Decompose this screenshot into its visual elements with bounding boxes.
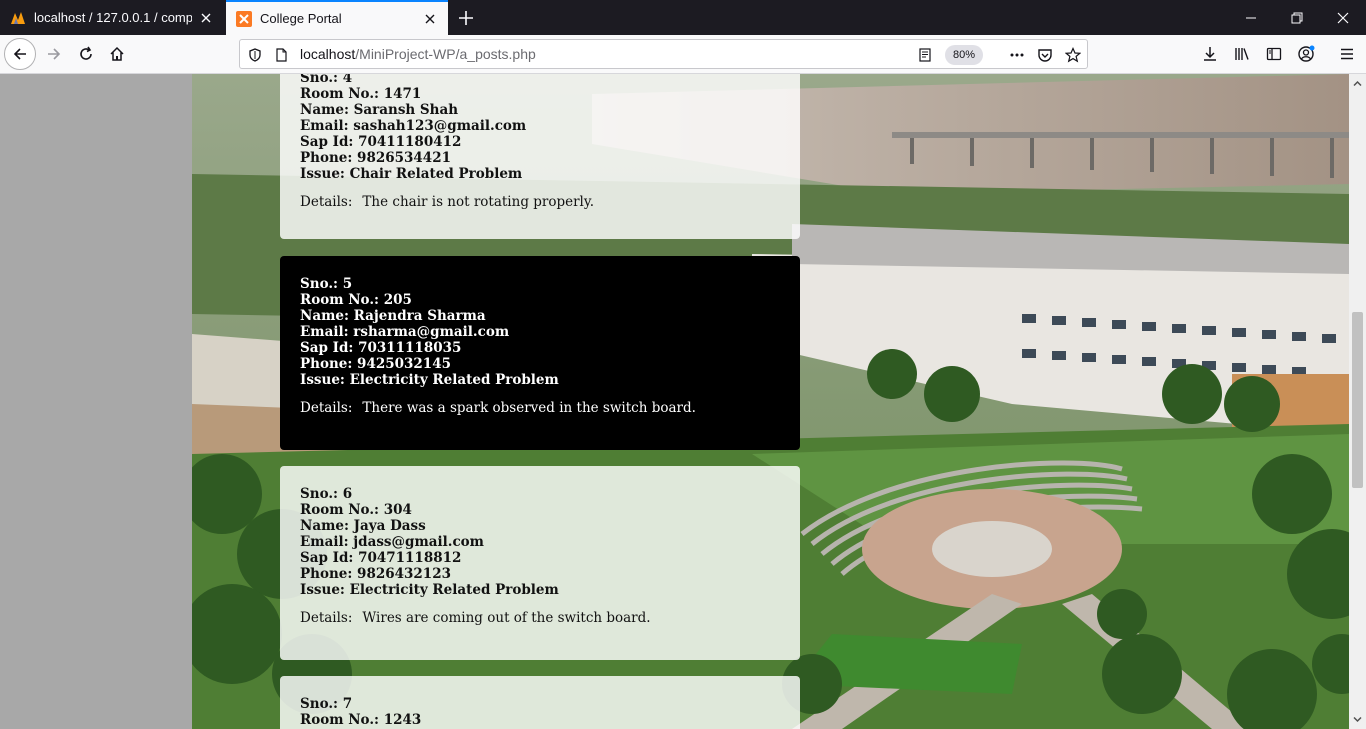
close-tab-icon[interactable]	[198, 10, 214, 26]
complaint-details: Details: There was a spark observed in th…	[300, 400, 780, 416]
navigation-toolbar: localhost/MiniProject-WP/a_posts.php 80%	[0, 35, 1366, 74]
complaint-email: Email: jdass@gmail.com	[300, 534, 484, 550]
home-button[interactable]	[101, 38, 133, 70]
back-button[interactable]	[4, 38, 36, 70]
library-button[interactable]	[1226, 38, 1258, 70]
complaint-room: Room No.: 1243	[300, 712, 422, 728]
tab-title: localhost / 127.0.0.1 / complain	[34, 10, 192, 25]
complaint-room: Room No.: 304	[300, 502, 412, 518]
complaint-card: Sno.: 6 Room No.: 304 Name: Jaya Dass Em…	[280, 466, 800, 660]
reader-view-icon[interactable]	[916, 46, 934, 64]
arrow-left-icon	[13, 48, 26, 60]
details-text: There was a spark observed in the switch…	[362, 400, 696, 416]
bookmark-star-icon[interactable]	[1064, 46, 1082, 64]
complaint-issue: Issue: Electricity Related Problem	[300, 372, 559, 388]
account-avatar-icon	[1298, 45, 1315, 62]
minimize-icon	[1246, 17, 1256, 18]
tab-strip: localhost / 127.0.0.1 / complain College…	[0, 0, 1366, 35]
tab-phpmyadmin[interactable]: localhost / 127.0.0.1 / complain	[0, 0, 224, 35]
restore-button[interactable]	[1274, 0, 1320, 35]
tracking-shield-icon[interactable]	[246, 46, 264, 64]
close-tab-icon[interactable]	[422, 11, 438, 27]
plus-icon	[459, 11, 473, 25]
complaint-email: Email: rsharma@gmail.com	[300, 324, 510, 340]
complaint-name: Name: Jaya Dass	[300, 518, 426, 534]
url-path: /MiniProject-WP/a_posts.php	[355, 46, 536, 62]
complaint-sno: Sno.: 7	[300, 696, 353, 712]
scroll-up-arrow-icon[interactable]	[1353, 79, 1362, 88]
complaint-card: Sno.: 7 Room No.: 1243	[280, 676, 800, 729]
new-tab-button[interactable]	[452, 4, 480, 32]
complaint-room: Room No.: 205	[300, 292, 412, 308]
account-button[interactable]	[1290, 38, 1322, 70]
library-icon	[1235, 48, 1249, 60]
complaint-email: Email: sashah123@gmail.com	[300, 118, 527, 134]
menu-button[interactable]	[1331, 38, 1363, 70]
complaint-details: Details: The chair is not rotating proper…	[300, 194, 780, 210]
complaint-room: Room No.: 1471	[300, 86, 422, 102]
complaint-sno: Sno.: 4	[300, 74, 353, 86]
xampp-favicon-icon	[236, 10, 252, 27]
complaint-issue: Issue: Electricity Related Problem	[300, 582, 559, 598]
reload-button[interactable]	[70, 38, 102, 70]
complaint-phone: Phone: 9425032145	[300, 356, 451, 372]
complaint-details: Details: Wires are coming out of the swit…	[300, 610, 780, 626]
pocket-icon[interactable]	[1036, 46, 1054, 64]
details-label: Details:	[300, 194, 353, 210]
close-icon	[1337, 12, 1349, 23]
details-label: Details:	[300, 400, 353, 416]
page-actions-icon[interactable]	[1008, 46, 1026, 64]
complaint-sap-id: Sap Id: 70311118035	[300, 340, 462, 356]
details-text: Wires are coming out of the switch board…	[362, 610, 651, 626]
vertical-scrollbar[interactable]	[1349, 74, 1366, 729]
complaint-card: Sno.: 5 Room No.: 205 Name: Rajendra Sha…	[280, 256, 800, 450]
url-host: localhost	[300, 46, 356, 62]
tab-title: College Portal	[260, 11, 342, 26]
page-info-icon[interactable]	[272, 46, 290, 64]
page-viewport: Sno.: 4 Room No.: 1471 Name: Saransh Sha…	[0, 74, 1349, 729]
complaint-sap-id: Sap Id: 70471118812	[300, 550, 462, 566]
reload-icon	[80, 46, 92, 60]
close-window-button[interactable]	[1320, 0, 1366, 35]
home-icon	[110, 46, 124, 61]
complaint-name: Name: Rajendra Sharma	[300, 308, 486, 324]
complaint-card: Sno.: 4 Room No.: 1471 Name: Saransh Sha…	[280, 74, 800, 239]
complaint-phone: Phone: 9826432123	[300, 566, 451, 582]
complaint-issue: Issue: Chair Related Problem	[300, 166, 523, 182]
zoom-level-badge[interactable]: 80%	[945, 45, 984, 65]
download-icon	[1204, 47, 1216, 61]
address-bar[interactable]: localhost/MiniProject-WP/a_posts.php 80%	[239, 39, 1088, 69]
scrollbar-thumb[interactable]	[1352, 312, 1363, 488]
downloads-button[interactable]	[1194, 38, 1226, 70]
sidebar-button[interactable]	[1258, 38, 1290, 70]
minimize-button[interactable]	[1228, 0, 1274, 35]
tab-college-portal[interactable]: College Portal	[226, 0, 448, 35]
complaint-sno: Sno.: 5	[300, 276, 353, 292]
details-text: The chair is not rotating properly.	[362, 194, 595, 210]
complaint-name: Name: Saransh Shah	[300, 102, 459, 118]
forward-button[interactable]	[38, 38, 70, 70]
hamburger-menu-icon	[1341, 48, 1353, 60]
complaint-sno: Sno.: 6	[300, 486, 353, 502]
phpmyadmin-favicon-icon	[11, 11, 25, 24]
restore-icon	[1291, 12, 1303, 23]
complaint-phone: Phone: 9826534421	[300, 150, 451, 166]
url-text[interactable]: localhost/MiniProject-WP/a_posts.php	[300, 46, 536, 62]
scroll-down-arrow-icon[interactable]	[1353, 715, 1362, 724]
sidebar-icon	[1266, 47, 1282, 61]
details-label: Details:	[300, 610, 353, 626]
arrow-right-icon	[48, 48, 61, 60]
complaint-sap-id: Sap Id: 70411180412	[300, 134, 462, 150]
